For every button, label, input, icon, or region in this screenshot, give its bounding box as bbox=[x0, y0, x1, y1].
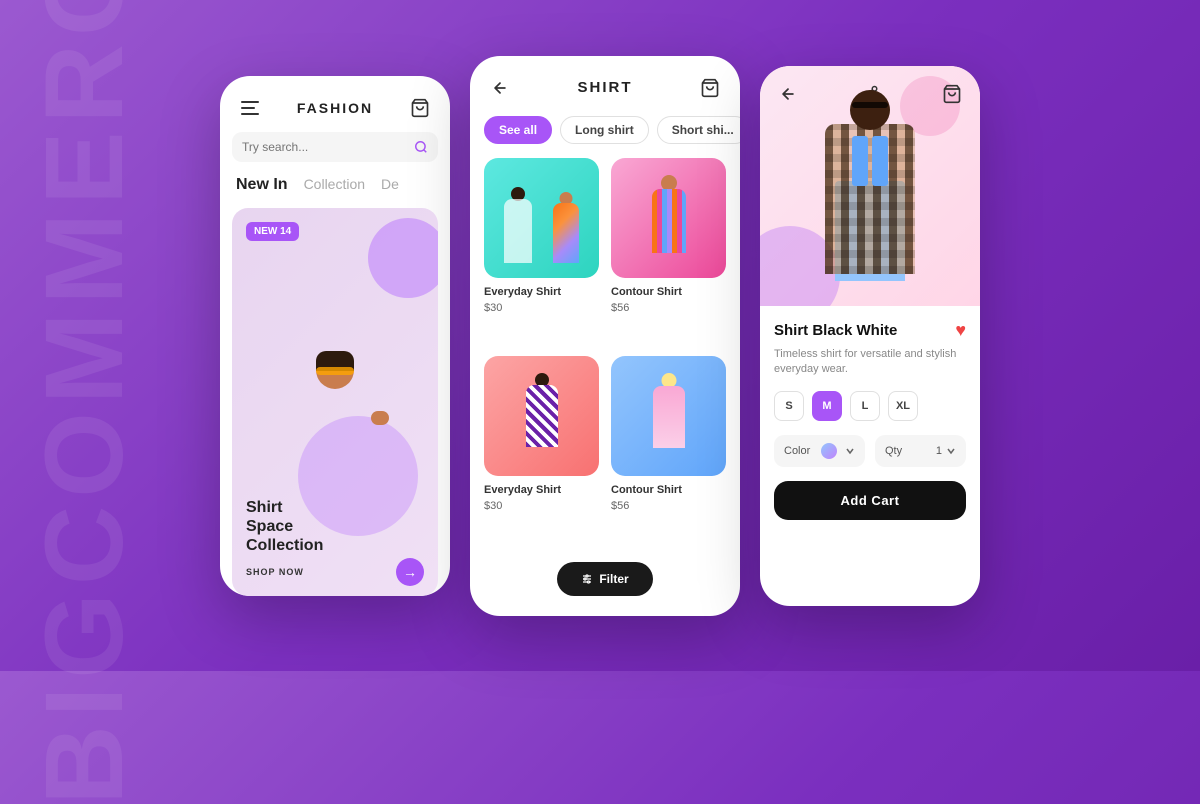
product-name-4: Contour Shirt bbox=[611, 484, 726, 496]
filter-long-shirt[interactable]: Long shirt bbox=[560, 116, 649, 144]
product-image-1[interactable] bbox=[484, 158, 599, 278]
banner-badge: NEW 14 bbox=[246, 222, 299, 241]
back2-icon[interactable] bbox=[774, 80, 802, 108]
phone2-app-title: SHIRT bbox=[578, 79, 633, 96]
product-hero bbox=[760, 66, 980, 306]
nav-deals[interactable]: De bbox=[381, 176, 399, 192]
product-image-4[interactable] bbox=[611, 356, 726, 476]
chevron-down-icon bbox=[845, 446, 855, 456]
brand-watermark: BIGCOMMERCE bbox=[30, 0, 140, 804]
banner-title-area: ShirtSpaceCollection bbox=[246, 498, 323, 556]
search-bar[interactable] bbox=[232, 132, 438, 162]
product-price-3: $30 bbox=[484, 500, 599, 512]
shop-now-button[interactable]: → bbox=[396, 558, 424, 586]
size-m[interactable]: M bbox=[812, 391, 842, 421]
color-selector[interactable]: Color bbox=[774, 435, 865, 467]
color-value-row bbox=[821, 443, 855, 459]
add-to-cart-button[interactable]: Add Cart bbox=[774, 481, 966, 520]
back-icon[interactable] bbox=[486, 74, 514, 102]
phone1-header: FASHION bbox=[220, 76, 450, 132]
cart3-icon[interactable] bbox=[938, 80, 966, 108]
banner-card: NEW 14 bbox=[232, 208, 438, 596]
filter-see-all[interactable]: See all bbox=[484, 116, 552, 144]
product-name-2: Contour Shirt bbox=[611, 286, 726, 298]
color-label: Color bbox=[784, 445, 810, 457]
product-name-1: Everyday Shirt bbox=[484, 286, 599, 298]
blob-1 bbox=[368, 218, 438, 298]
size-s[interactable]: S bbox=[774, 391, 804, 421]
phone-fashion-home: FASHION Ne bbox=[220, 76, 450, 596]
size-xl[interactable]: XL bbox=[888, 391, 918, 421]
qty-value-row: 1 bbox=[936, 445, 956, 457]
banner-cta: SHOP NOW → bbox=[246, 558, 424, 586]
menu-icon[interactable] bbox=[236, 94, 264, 122]
phone1-app-title: FASHION bbox=[297, 100, 373, 116]
filter-pills: See all Long shirt Short shi... bbox=[470, 116, 740, 158]
filter-short-shirt[interactable]: Short shi... bbox=[657, 116, 740, 144]
product-description: Timeless shirt for versatile and stylish… bbox=[774, 347, 966, 378]
shop-now-label: SHOP NOW bbox=[246, 567, 304, 577]
product-name-row: Shirt Black White ♥ bbox=[774, 320, 966, 341]
favorite-icon[interactable]: ♥ bbox=[955, 320, 966, 341]
phone1-nav: New In Collection De bbox=[220, 176, 450, 194]
product-grid: Everyday Shirt $30 Contour Shirt $56 bbox=[470, 158, 740, 542]
qty-selector[interactable]: Qty 1 bbox=[875, 435, 966, 467]
product-name-3: Everyday Shirt bbox=[484, 484, 599, 496]
filter-btn-label: Filter bbox=[599, 572, 628, 586]
filter-button[interactable]: Filter bbox=[557, 562, 652, 596]
qty-value: 1 bbox=[936, 445, 942, 457]
phone2-header: SHIRT bbox=[470, 56, 740, 116]
phone-shirt-category: SHIRT See all Long shirt Short shi... bbox=[470, 56, 740, 616]
product-options: Color Qty 1 bbox=[774, 435, 966, 467]
phone-product-detail: Shirt Black White ♥ Timeless shirt for v… bbox=[760, 66, 980, 606]
product-item: Contour Shirt $56 bbox=[611, 158, 726, 344]
qty-label: Qty bbox=[885, 445, 902, 457]
cart-icon[interactable] bbox=[406, 94, 434, 122]
product-item: Contour Shirt $56 bbox=[611, 356, 726, 542]
product-image-3[interactable] bbox=[484, 356, 599, 476]
nav-new-in[interactable]: New In bbox=[236, 176, 288, 194]
color-dot bbox=[821, 443, 837, 459]
product-price-1: $30 bbox=[484, 302, 599, 314]
nav-collection[interactable]: Collection bbox=[304, 176, 365, 192]
product-price-2: $56 bbox=[611, 302, 726, 314]
size-selector: S M L XL bbox=[774, 391, 966, 421]
product-item: Everyday Shirt $30 bbox=[484, 356, 599, 542]
banner-title: ShirtSpaceCollection bbox=[246, 498, 323, 556]
product-info: Shirt Black White ♥ Timeless shirt for v… bbox=[760, 306, 980, 606]
search-input[interactable] bbox=[242, 140, 406, 154]
product-price-4: $56 bbox=[611, 500, 726, 512]
product-item: Everyday Shirt $30 bbox=[484, 158, 599, 344]
size-l[interactable]: L bbox=[850, 391, 880, 421]
product-name: Shirt Black White bbox=[774, 322, 897, 339]
search-icon bbox=[414, 140, 428, 154]
chevron-down2-icon bbox=[946, 446, 956, 456]
product-image-2[interactable] bbox=[611, 158, 726, 278]
phones-container: FASHION Ne bbox=[220, 56, 980, 616]
cart2-icon[interactable] bbox=[696, 74, 724, 102]
